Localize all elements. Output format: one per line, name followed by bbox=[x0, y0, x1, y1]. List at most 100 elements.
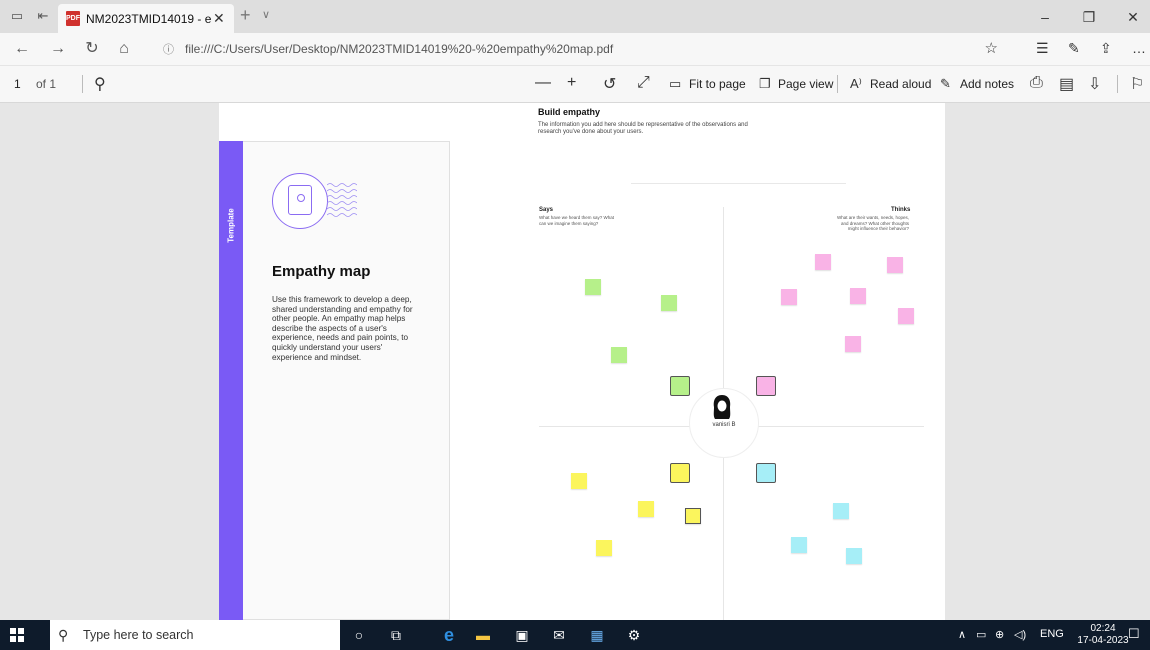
home-icon[interactable]: ⌂ bbox=[114, 39, 134, 59]
cortana-icon[interactable]: ○ bbox=[350, 626, 368, 644]
sticky-note[interactable] bbox=[661, 295, 677, 311]
user-name-label: vanisri B bbox=[712, 422, 736, 428]
sticky-note[interactable] bbox=[815, 254, 831, 270]
edge-browser-icon[interactable]: e bbox=[440, 626, 458, 644]
template-side-label: Template bbox=[226, 208, 236, 243]
mail-icon[interactable]: ✉ bbox=[550, 626, 568, 644]
read-aloud-button[interactable]: Read aloud bbox=[870, 77, 931, 91]
user-avatar-icon bbox=[713, 395, 731, 419]
sticky-note[interactable] bbox=[571, 473, 587, 489]
pdf-toolbar: 1 of 1 ⚲ — + ↺ ⤢ ▭ Fit to page ❐ Page vi… bbox=[0, 65, 1150, 103]
sticky-note[interactable] bbox=[585, 279, 601, 295]
share-icon[interactable]: ⇪ bbox=[1100, 40, 1112, 57]
task-view-icon[interactable]: ⧉ bbox=[387, 626, 405, 644]
template-description: Use this framework to develop a deep, sh… bbox=[272, 295, 413, 362]
volume-icon[interactable]: ◁) bbox=[1014, 628, 1026, 641]
sticky-note[interactable] bbox=[791, 537, 807, 553]
info-icon[interactable]: ⓘ bbox=[163, 41, 174, 57]
says-title: Says bbox=[539, 207, 554, 213]
zoom-in-icon[interactable]: + bbox=[567, 74, 576, 92]
back-icon[interactable]: ← bbox=[12, 39, 32, 59]
search-icon: ⚲ bbox=[58, 627, 69, 643]
read-aloud-icon[interactable]: A⁾ bbox=[850, 76, 862, 92]
divider-line bbox=[631, 183, 846, 184]
says-description: What have we heard them say? What can we… bbox=[539, 215, 615, 226]
says-speech-icon bbox=[670, 376, 690, 396]
system-clock[interactable]: 02:24 17-04-2023 bbox=[1075, 623, 1131, 647]
sticky-note[interactable] bbox=[833, 503, 849, 519]
web-note-icon[interactable]: ✎ bbox=[1068, 40, 1080, 57]
sticky-note[interactable] bbox=[781, 289, 797, 305]
close-window-button[interactable]: ✕ bbox=[1118, 6, 1148, 28]
sticky-note[interactable] bbox=[898, 308, 914, 324]
empathy-map-icon bbox=[272, 173, 328, 229]
clock-time: 02:24 bbox=[1090, 623, 1116, 634]
sticky-note[interactable] bbox=[685, 508, 701, 524]
store-icon[interactable]: ▣ bbox=[513, 626, 531, 644]
search-icon[interactable]: ⚲ bbox=[94, 74, 106, 94]
tab-title: NM2023TMID14019 - e bbox=[86, 12, 212, 26]
fit-to-page-button[interactable]: Fit to page bbox=[689, 77, 746, 91]
does-hand-icon bbox=[670, 463, 690, 483]
wave-lines-icon bbox=[327, 183, 357, 217]
zoom-out-icon[interactable]: — bbox=[535, 74, 551, 92]
photos-icon[interactable]: ▦ bbox=[588, 626, 606, 644]
sticky-note[interactable] bbox=[638, 501, 654, 517]
pen-icon[interactable]: ✎ bbox=[940, 76, 951, 92]
template-side-bar: Template bbox=[219, 141, 243, 620]
toolbar-divider bbox=[837, 75, 838, 93]
pdf-page: Template Empathy map Use this framework … bbox=[219, 103, 945, 620]
template-panel: Template Empathy map Use this framework … bbox=[219, 103, 516, 620]
battery-icon[interactable]: ▭ bbox=[976, 628, 986, 641]
language-indicator[interactable]: ENG bbox=[1040, 628, 1064, 640]
save-icon[interactable]: ▤ bbox=[1059, 74, 1074, 94]
action-center-icon[interactable]: ☐ bbox=[1128, 626, 1140, 642]
set-aside-tabs-icon[interactable]: ⇤ bbox=[36, 9, 50, 23]
minimize-button[interactable]: – bbox=[1030, 6, 1060, 28]
forward-icon[interactable]: → bbox=[48, 39, 68, 59]
favorite-star-icon[interactable]: ☆ bbox=[985, 39, 998, 57]
tab-actions-icon[interactable]: ▭ bbox=[10, 9, 24, 23]
favorites-list-icon[interactable]: ☰ bbox=[1036, 40, 1049, 57]
search-placeholder: Type here to search bbox=[83, 628, 194, 642]
save-as-icon[interactable]: ⇩ bbox=[1088, 74, 1101, 94]
show-hidden-icons-chevron-icon[interactable]: ∧ bbox=[958, 628, 966, 641]
browser-tab-bar: ▭ ⇤ PDF NM2023TMID14019 - e ✕ + ∨ – ❐ ✕ bbox=[0, 0, 1150, 33]
sticky-note[interactable] bbox=[611, 347, 627, 363]
build-empathy-title: Build empathy bbox=[538, 107, 601, 117]
pin-toolbar-icon[interactable]: ⚐ bbox=[1130, 74, 1144, 94]
add-notes-button[interactable]: Add notes bbox=[960, 77, 1014, 91]
rotate-icon[interactable]: ↺ bbox=[603, 74, 616, 94]
browser-tab[interactable]: PDF NM2023TMID14019 - e ✕ bbox=[58, 4, 234, 33]
sticky-note[interactable] bbox=[845, 336, 861, 352]
new-tab-icon[interactable]: + bbox=[240, 5, 251, 26]
windows-start-icon[interactable] bbox=[10, 628, 24, 642]
tab-close-icon[interactable]: ✕ bbox=[213, 10, 225, 27]
sticky-note[interactable] bbox=[596, 540, 612, 556]
url-text: file:///C:/Users/User/Desktop/NM2023TMID… bbox=[185, 42, 614, 56]
fit-to-page-icon[interactable]: ▭ bbox=[669, 76, 681, 92]
restore-button[interactable]: ❐ bbox=[1074, 6, 1104, 28]
fullscreen-icon[interactable]: ⤢ bbox=[637, 74, 650, 92]
toolbar-divider bbox=[1117, 75, 1118, 93]
refresh-icon[interactable]: ↻ bbox=[82, 39, 102, 59]
file-explorer-icon[interactable]: ▬ bbox=[474, 626, 492, 644]
settings-gear-icon[interactable]: ⚙ bbox=[625, 626, 643, 644]
page-view-icon[interactable]: ❐ bbox=[759, 76, 771, 92]
sticky-note[interactable] bbox=[887, 257, 903, 273]
more-options-icon[interactable]: … bbox=[1132, 40, 1146, 56]
template-title: Empathy map bbox=[272, 263, 371, 280]
network-icon[interactable]: ⊕ bbox=[995, 628, 1004, 641]
page-number-input[interactable]: 1 bbox=[14, 77, 21, 91]
url-input[interactable]: ⓘ file:///C:/Users/User/Desktop/NM2023TM… bbox=[155, 37, 1010, 61]
print-icon[interactable]: ⎙ bbox=[1030, 74, 1043, 92]
sticky-note[interactable] bbox=[846, 548, 862, 564]
page-view-button[interactable]: Page view bbox=[778, 77, 833, 91]
pdf-viewer[interactable]: Template Empathy map Use this framework … bbox=[0, 103, 1150, 620]
tab-list-chevron-icon[interactable]: ∨ bbox=[262, 8, 270, 21]
thinks-title: Thinks bbox=[891, 207, 911, 213]
address-bar-row: ← → ↻ ⌂ ⓘ file:///C:/Users/User/Desktop/… bbox=[0, 33, 1150, 65]
pdf-file-icon: PDF bbox=[66, 11, 80, 26]
taskbar-search-input[interactable]: ⚲ Type here to search bbox=[50, 620, 340, 650]
sticky-note[interactable] bbox=[850, 288, 866, 304]
